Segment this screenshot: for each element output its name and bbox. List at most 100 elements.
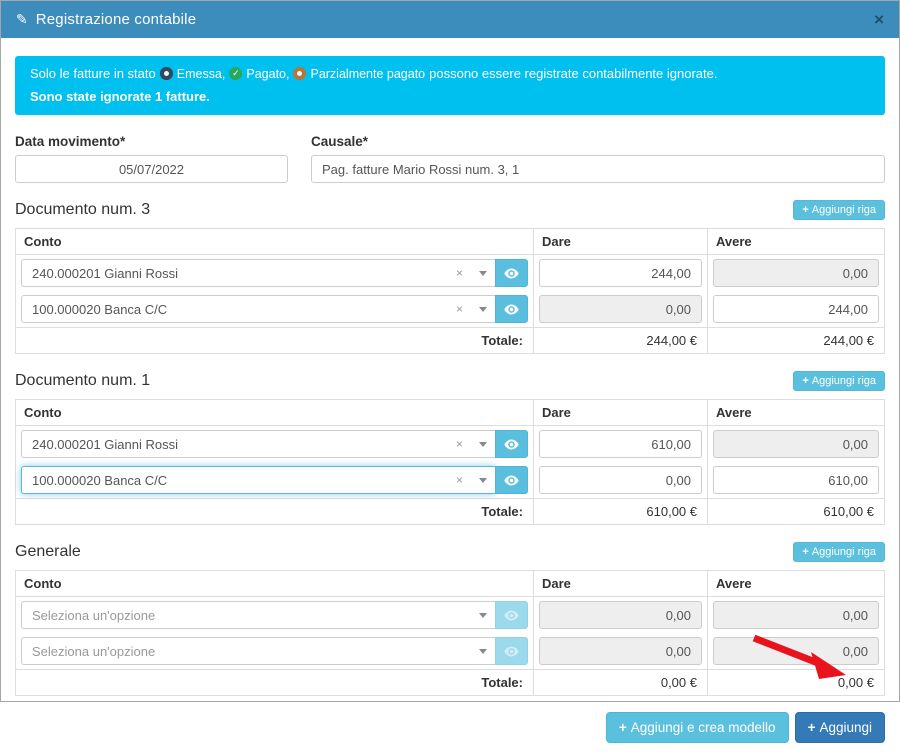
add-row-button-doc3[interactable]: + Aggiungi riga [793,200,885,220]
clear-icon[interactable]: × [456,302,463,316]
conto-select-empty[interactable]: Seleziona un'opzione [21,601,495,629]
causale-label: Causale* [311,134,885,149]
total-avere: 0,00 € [708,670,885,696]
eye-icon [504,475,519,486]
conto-select-value: 240.000201 Gianni Rossi [32,437,456,452]
section-doc3-header: Documento num. 3 + Aggiungi riga [15,200,885,220]
chevron-down-icon [479,613,487,618]
chevron-down-icon [479,478,487,483]
aggiungi-button[interactable]: +Aggiungi [795,712,885,743]
eye-icon [504,304,519,315]
col-header-avere: Avere [708,400,885,426]
eye-icon [504,439,519,450]
conto-select[interactable]: 240.000201 Gianni Rossi × [21,430,495,458]
section-generale-title: Generale [15,543,81,561]
check-circle-icon: ✓ [229,67,242,80]
eye-icon [504,646,519,657]
total-label: Totale: [16,499,534,525]
registrazione-contabile-modal: ✎ Registrazione contabile × Solo le fatt… [0,0,900,702]
dare-input[interactable] [539,466,702,494]
total-avere: 244,00 € [708,328,885,354]
plus-icon: + [619,720,627,735]
avere-input[interactable] [713,295,879,323]
total-avere: 610,00 € [708,499,885,525]
add-row-button-doc1[interactable]: +Aggiungi riga [793,371,885,391]
total-dare: 244,00 € [534,328,708,354]
col-header-avere: Avere [708,229,885,255]
form-row: Data movimento* Causale* [15,134,885,183]
dare-input [539,295,702,323]
section-generale-header: Generale + Aggiungi riga [15,542,885,562]
section-doc3-title: Documento num. 3 [15,201,150,219]
banner-line-1: Solo le fatture in stato Emessa, ✓ Pagat… [30,66,870,81]
dare-input[interactable] [539,430,702,458]
info-banner: Solo le fatture in stato Emessa, ✓ Pagat… [15,56,885,115]
table-row: 240.000201 Gianni Rossi × [16,255,885,292]
total-dare: 0,00 € [534,670,708,696]
conto-select-value: 100.000020 Banca C/C [32,473,456,488]
avere-input [713,601,879,629]
view-account-button[interactable] [495,430,528,458]
chevron-down-icon [479,307,487,312]
avere-input[interactable] [713,466,879,494]
view-account-button[interactable] [495,295,528,323]
clear-icon[interactable]: × [456,437,463,451]
aggiungi-label: Aggiungi [819,720,872,735]
dare-input[interactable] [539,259,702,287]
clear-icon[interactable]: × [456,266,463,280]
col-header-dare: Dare [534,229,708,255]
conto-select[interactable]: 100.000020 Banca C/C × [21,295,495,323]
status-pagato-label: Pagato, [246,67,289,81]
add-row-label: Aggiungi riga [812,375,876,387]
table-row: Seleziona un'opzione [16,597,885,634]
conto-select-empty[interactable]: Seleziona un'opzione [21,637,495,665]
add-row-label: Aggiungi riga [812,204,876,216]
conto-select-value: 100.000020 Banca C/C [32,302,456,317]
view-account-button[interactable] [495,259,528,287]
avere-input [713,637,879,665]
col-header-conto: Conto [16,229,534,255]
total-row: Totale: 610,00 € 610,00 € [16,499,885,525]
eye-icon [504,268,519,279]
data-movimento-label: Data movimento* [15,134,288,149]
causale-input[interactable] [311,155,885,183]
data-movimento-field-group: Data movimento* [15,134,288,183]
col-header-dare: Dare [534,571,708,597]
plus-icon: + [802,204,808,216]
modal-title: Registrazione contabile [36,11,197,28]
view-account-button[interactable] [495,466,528,494]
banner-line-2: Sono state ignorate 1 fatture. [30,89,870,104]
close-icon[interactable]: × [874,11,884,28]
add-row-label: Aggiungi riga [812,546,876,558]
col-header-conto: Conto [16,400,534,426]
modal-header: ✎ Registrazione contabile × [1,1,899,38]
total-label: Totale: [16,328,534,354]
conto-select-value: 240.000201 Gianni Rossi [32,266,456,281]
clear-icon[interactable]: × [456,473,463,487]
section-doc1-title: Documento num. 1 [15,372,150,390]
chevron-down-icon [479,649,487,654]
banner-suffix: possono essere registrate contabilmente … [429,66,717,81]
status-parzialmente-pagato: Parzialmente pagato [293,67,425,81]
table-row: 100.000020 Banca C/C × [16,462,885,499]
chevron-down-icon [479,442,487,447]
table-doc1: Conto Dare Avere 240.000201 Gianni Rossi… [15,399,885,525]
table-row: Seleziona un'opzione [16,633,885,670]
total-row: Totale: 0,00 € 0,00 € [16,670,885,696]
status-pagato: ✓ Pagato, [229,67,289,81]
aggiungi-e-crea-modello-button[interactable]: + Aggiungi e crea modello [606,712,789,743]
dare-input [539,601,702,629]
conto-select-focused[interactable]: 100.000020 Banca C/C × [21,466,495,494]
conto-select-placeholder: Seleziona un'opzione [32,608,477,623]
aggiungi-e-crea-modello-label: Aggiungi e crea modello [631,720,776,735]
conto-select-placeholder: Seleziona un'opzione [32,644,477,659]
data-movimento-input[interactable] [15,155,288,183]
view-account-button-disabled [495,601,528,629]
modal-body: Solo le fatture in stato Emessa, ✓ Pagat… [1,38,899,753]
table-doc3: Conto Dare Avere 240.000201 Gianni Rossi… [15,228,885,354]
table-generale: Conto Dare Avere Seleziona un'opzione [15,570,885,696]
conto-select[interactable]: 240.000201 Gianni Rossi × [21,259,495,287]
add-row-button-generale[interactable]: + Aggiungi riga [793,542,885,562]
plus-icon: + [802,546,808,558]
pencil-icon: ✎ [16,11,28,28]
